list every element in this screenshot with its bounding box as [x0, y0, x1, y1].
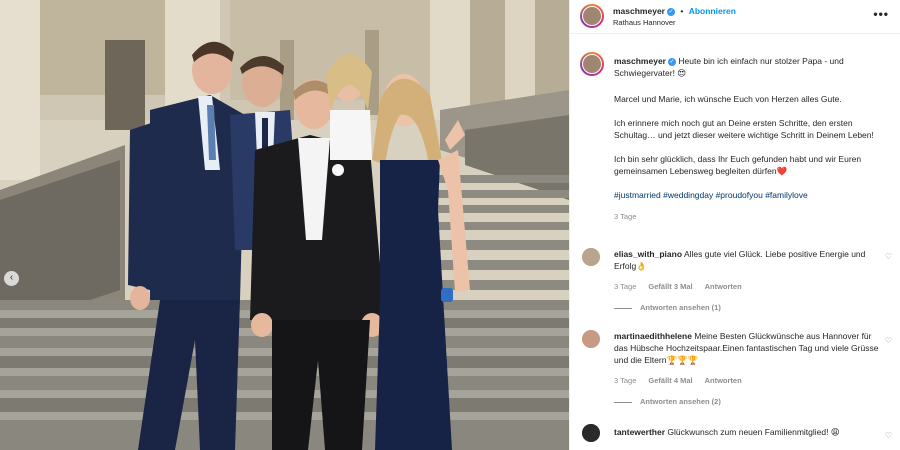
comment-item: tantewerther Glückwunsch zum neuen Famil… — [614, 426, 884, 438]
post-photo[interactable]: ‹ — [0, 0, 569, 450]
comment-username[interactable]: martinaedithhelene — [614, 331, 692, 341]
like-comment-heart-icon[interactable]: ♡ — [885, 252, 892, 261]
caption-paragraph-2: Marcel und Marie, ich wünsche Euch von H… — [614, 94, 842, 104]
caption-hashtags[interactable]: #justmarried #weddingday #proudofyou #fa… — [614, 189, 890, 201]
comment-avatar[interactable] — [582, 248, 600, 266]
comment-likes-count[interactable]: Gefällt 4 Mal — [648, 376, 692, 385]
caption-author-username[interactable]: maschmeyer — [614, 56, 666, 66]
caption-paragraph-3: Ich erinnere mich noch gut an Deine erst… — [614, 118, 874, 140]
comment-item: elias_with_piano Alles gute viel Glück. … — [614, 248, 884, 312]
comment-username[interactable]: tantewerther — [614, 427, 665, 437]
follow-button[interactable]: Abonnieren — [689, 6, 736, 16]
caption-verified-badge-icon: ✓ — [667, 57, 676, 66]
caption-author-avatar[interactable] — [580, 52, 604, 76]
comment-avatar[interactable] — [582, 424, 600, 442]
comment-item: martinaedithhelene Meine Besten Glückwün… — [614, 330, 884, 406]
comment-username[interactable]: elias_with_piano — [614, 249, 682, 259]
caption-timestamp: 3 Tage — [614, 212, 637, 221]
comment-reply-button[interactable]: Antworten — [705, 376, 742, 385]
wedding-photo-illustration — [0, 0, 569, 450]
view-replies-button[interactable]: Antworten ansehen (1) — [614, 303, 884, 312]
post-location[interactable]: Rathaus Hannover — [613, 18, 676, 27]
comment-timestamp: 3 Tage — [614, 282, 637, 291]
post-details-panel: maschmeyer ✓ • Abonnieren Rathaus Hannove… — [569, 0, 900, 450]
previous-image-button[interactable]: ‹ — [4, 271, 19, 286]
comment-likes-count[interactable]: Gefällt 3 Mal — [648, 282, 692, 291]
caption-paragraph-4: Ich bin sehr glücklich, dass Ihr Euch ge… — [614, 154, 862, 176]
author-avatar[interactable] — [580, 4, 604, 28]
comment-text: Glückwunsch zum neuen Familienmitglied! … — [667, 427, 840, 437]
post-caption: maschmeyer ✓ Heute bin ich einfach nur st… — [614, 55, 890, 223]
verified-badge-icon: ✓ — [666, 7, 675, 16]
like-comment-heart-icon[interactable]: ♡ — [885, 431, 892, 440]
comment-timestamp: 3 Tage — [614, 376, 637, 385]
comment-reply-button[interactable]: Antworten — [705, 282, 742, 291]
view-replies-button[interactable]: Antworten ansehen (2) — [614, 397, 884, 406]
post-header: maschmeyer ✓ • Abonnieren Rathaus Hannove… — [570, 0, 900, 34]
view-replies-label: Antworten ansehen (2) — [640, 397, 721, 406]
more-options-icon[interactable]: ••• — [873, 7, 889, 21]
like-comment-heart-icon[interactable]: ♡ — [885, 336, 892, 345]
view-replies-label: Antworten ansehen (1) — [640, 303, 721, 312]
comment-avatar[interactable] — [582, 330, 600, 348]
author-username[interactable]: maschmeyer — [613, 6, 665, 16]
